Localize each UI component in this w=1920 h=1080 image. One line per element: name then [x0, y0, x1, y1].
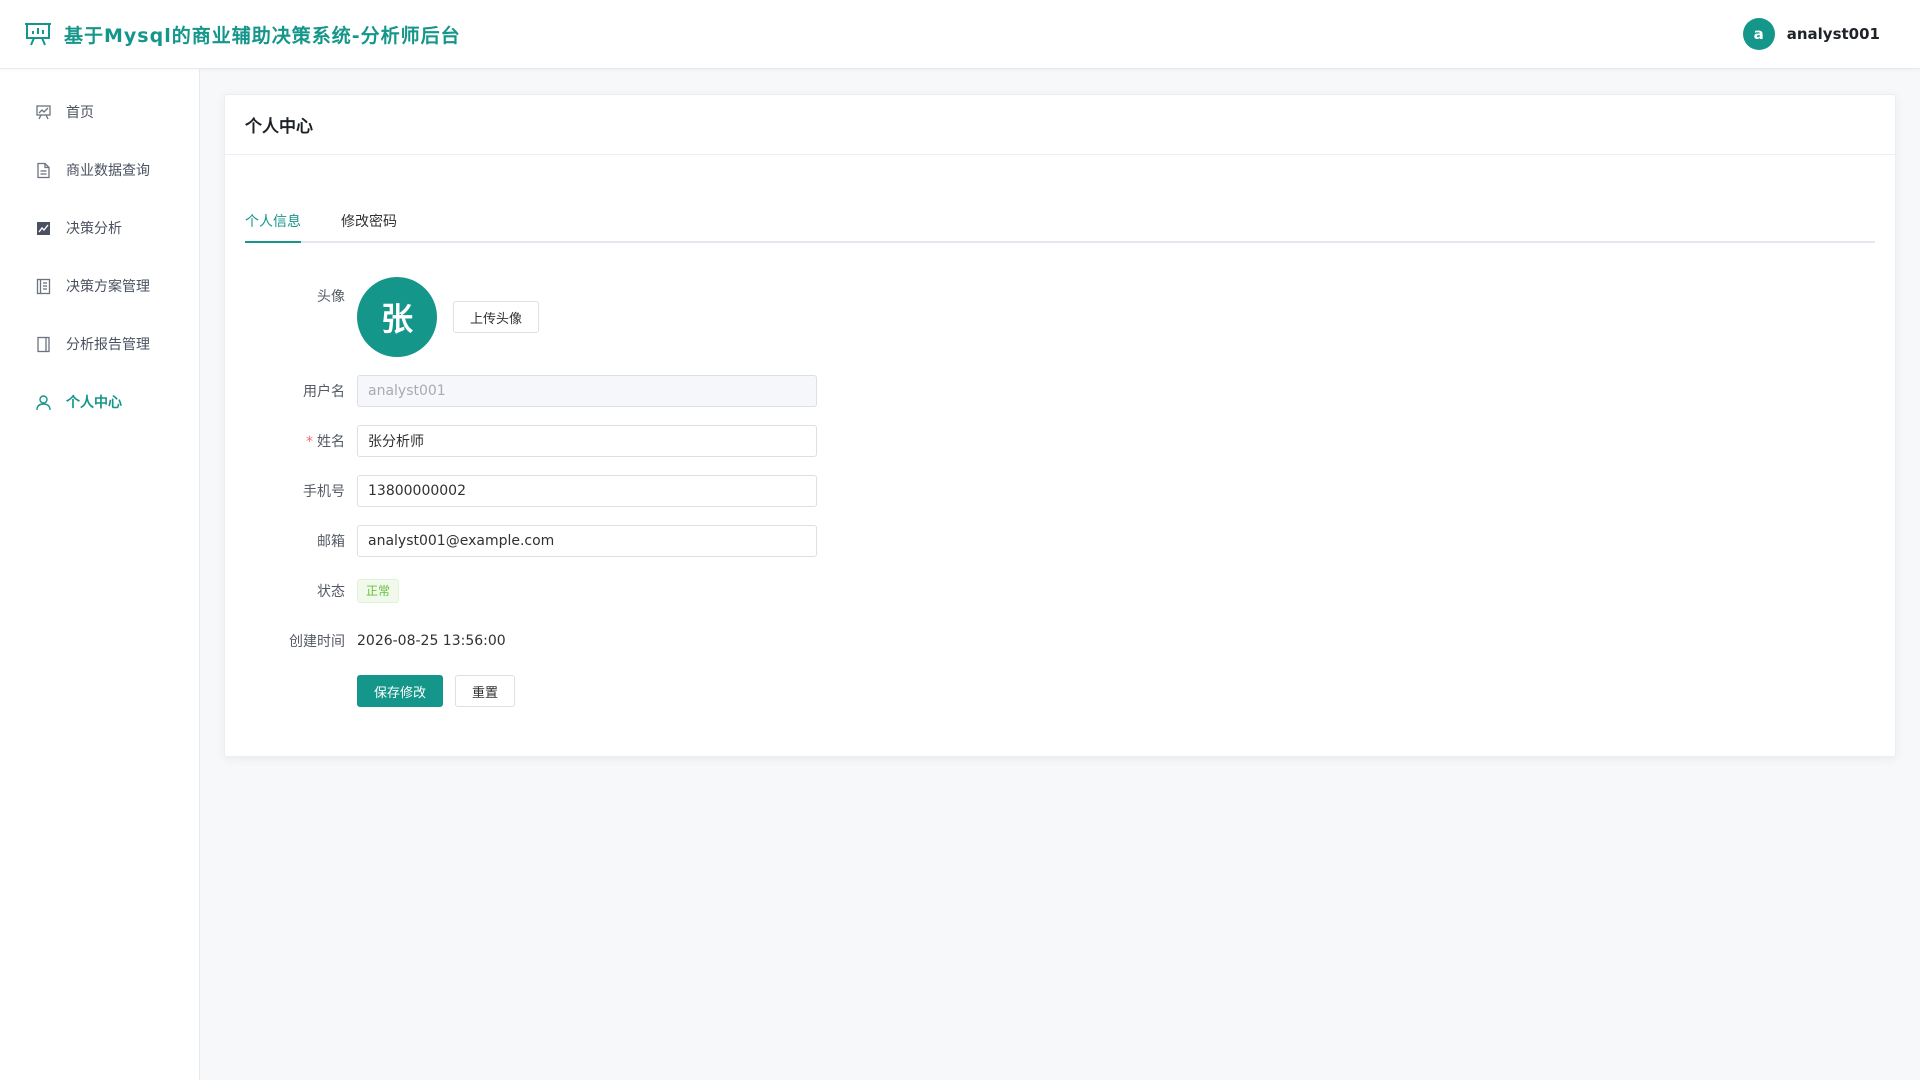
card-body: 个人信息 修改密码 头像 张 上传头像 用户名 *姓名 手: [225, 155, 1895, 707]
sidebar-item-home[interactable]: 首页: [0, 83, 199, 141]
username-row: 用户名: [245, 375, 1875, 407]
sidebar-item-label: 决策方案管理: [66, 279, 150, 295]
upload-avatar-button[interactable]: 上传头像: [453, 301, 540, 333]
sidebar-item-label: 首页: [66, 105, 94, 121]
sidebar-item-report-management[interactable]: 分析报告管理: [0, 315, 199, 373]
avatar-label: 头像: [317, 289, 345, 305]
sidebar-item-plan-management[interactable]: 决策方案管理: [0, 257, 199, 315]
tab-change-password[interactable]: 修改密码: [341, 203, 397, 241]
book-icon: [35, 336, 52, 353]
created-label: 创建时间: [289, 634, 345, 650]
created-row: 创建时间 2026-08-25 13:56:00: [245, 625, 1875, 657]
main-content: 个人中心 个人信息 修改密码 头像 张 上传头像 用户名 *姓名: [224, 94, 1896, 757]
status-badge: 正常: [357, 579, 400, 603]
sidebar-item-label: 个人中心: [66, 395, 122, 411]
email-input[interactable]: [357, 525, 817, 557]
user-menu[interactable]: a analyst001: [1742, 18, 1880, 50]
profile-tabs: 个人信息 修改密码: [245, 203, 1875, 243]
notebook-icon: [35, 278, 52, 295]
card-header: 个人中心: [225, 95, 1895, 155]
sidebar-item-label: 决策分析: [66, 221, 122, 237]
brand: 基于Mysql的商业辅助决策系统-分析师后台: [24, 20, 461, 48]
username-label: 用户名: [303, 384, 345, 400]
status-row: 状态 正常: [245, 575, 1875, 607]
trend-chart-icon: [35, 220, 52, 237]
name-row: * 姓名: [245, 425, 1875, 457]
username-input: [357, 375, 817, 407]
sidebar-item-label: 商业数据查询: [66, 163, 150, 179]
sidebar-item-label: 分析报告管理: [66, 337, 150, 353]
presentation-chart-icon: [24, 20, 52, 48]
document-icon: [35, 162, 52, 179]
email-label: 邮箱: [317, 534, 345, 550]
avatar-row: 头像 张 上传头像: [245, 277, 1875, 357]
top-header: 基于Mysql的商业辅助决策系统-分析师后台 a analyst001: [0, 0, 1920, 69]
sidebar-item-data-query[interactable]: 商业数据查询: [0, 141, 199, 199]
user-icon: [35, 394, 52, 411]
name-label-text: 姓名: [317, 434, 345, 450]
save-button[interactable]: 保存修改: [357, 675, 444, 707]
tab-personal-info[interactable]: 个人信息: [245, 203, 301, 243]
phone-label: 手机号: [303, 484, 345, 500]
profile-avatar: 张: [357, 277, 437, 357]
phone-input[interactable]: [357, 475, 817, 507]
sidebar: 首页 商业数据查询 决策分析 决策方案管理 分析报告管理 个人中心: [0, 69, 200, 1080]
phone-row: 手机号: [245, 475, 1875, 507]
sidebar-item-decision-analysis[interactable]: 决策分析: [0, 199, 199, 257]
email-row: 邮箱: [245, 525, 1875, 557]
reset-button[interactable]: 重置: [455, 675, 516, 707]
sidebar-item-profile[interactable]: 个人中心: [0, 373, 199, 431]
status-label: 状态: [317, 584, 345, 600]
page-title: 个人中心: [245, 117, 313, 137]
app-title: 基于Mysql的商业辅助决策系统-分析师后台: [64, 24, 461, 47]
user-avatar[interactable]: a: [1742, 18, 1775, 50]
created-time-value: 2026-08-25 13:56:00: [357, 633, 506, 649]
name-label: * 姓名: [245, 431, 357, 451]
profile-card: 个人中心 个人信息 修改密码 头像 张 上传头像 用户名 *姓名: [224, 94, 1896, 757]
required-mark: *: [306, 434, 313, 450]
form-actions: 保存修改 重置: [357, 675, 1875, 707]
profile-form: 头像 张 上传头像 用户名 *姓名 手机号 邮箱: [245, 277, 1875, 707]
name-input[interactable]: [357, 425, 817, 457]
chart-board-icon: [35, 104, 52, 121]
username-label[interactable]: analyst001: [1787, 25, 1880, 43]
